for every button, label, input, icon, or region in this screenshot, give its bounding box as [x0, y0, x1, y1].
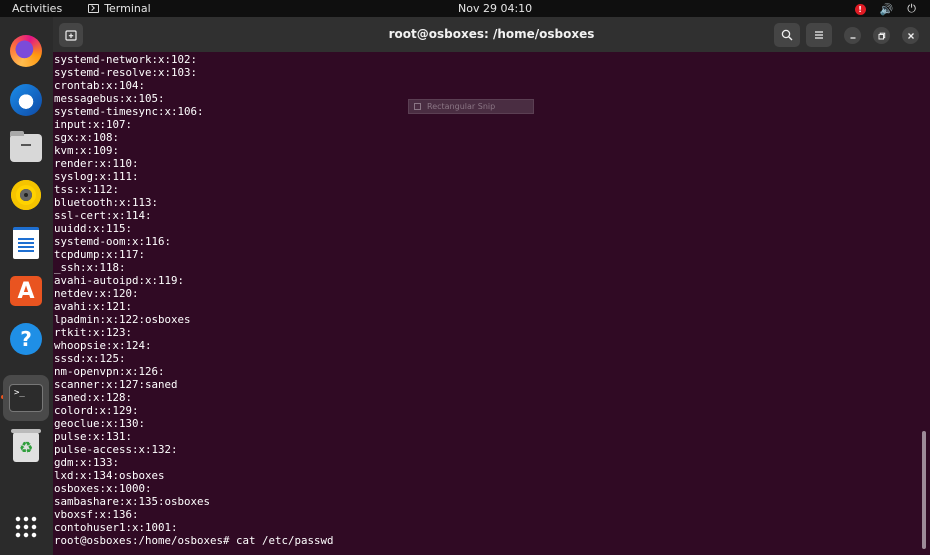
terminal-window: root@osboxes: /home/osboxes systemd-netw… [53, 17, 930, 555]
minimize-button[interactable] [844, 27, 861, 44]
dock-item-thunderbird[interactable] [8, 82, 44, 118]
terminal-line: scanner:x:127:saned [54, 378, 178, 391]
terminal-line: gdm:x:133: [54, 456, 120, 469]
terminal-line: lpadmin:x:122:osboxes [54, 313, 191, 326]
terminal-line: geoclue:x:130: [54, 417, 146, 430]
command-prompt-line: root@osboxes:/home/osboxes# cat /etc/pas… [54, 534, 334, 547]
terminal-line: kvm:x:109: [54, 144, 120, 157]
help-icon: ? [10, 323, 42, 355]
terminal-line: ssl-cert:x:114: [54, 209, 152, 222]
terminal-line: uuidd:x:115: [54, 222, 133, 235]
terminal-line: vboxsf:x:136: [54, 508, 139, 521]
files-icon [10, 131, 42, 162]
terminal-line: whoopsie:x:124: [54, 339, 152, 352]
terminal-line: nm-openvpn:x:126: [54, 365, 165, 378]
dock-item-files[interactable] [8, 130, 44, 166]
top-bar: Activities Terminal Nov 29 04:10 ! 🔊 ⏻ [0, 0, 930, 17]
terminal-line: pulse:x:131: [54, 430, 133, 443]
terminal-line: colord:x:129: [54, 404, 139, 417]
terminal-line: systemd-oom:x:116: [54, 235, 172, 248]
window-header: root@osboxes: /home/osboxes [53, 17, 930, 52]
app-menu-label: Terminal [104, 2, 151, 15]
system-tray[interactable]: ! 🔊 ⏻ [854, 2, 916, 16]
terminal-line: render:x:110: [54, 157, 139, 170]
terminal-line: _ssh:x:118: [54, 261, 126, 274]
show-applications-button[interactable] [8, 509, 44, 545]
terminal-line: input:x:107: [54, 118, 133, 131]
terminal-icon [88, 4, 100, 13]
app-menu[interactable]: Terminal [88, 2, 151, 15]
terminal-line: contohuser1:x:1001: [54, 521, 178, 534]
terminal-line: netdev:x:120: [54, 287, 139, 300]
terminal-line: avahi:x:121: [54, 300, 133, 313]
terminal-line: sambashare:x:135:osboxes [54, 495, 211, 508]
new-tab-button[interactable] [59, 23, 83, 47]
dock-item-writer[interactable] [8, 225, 44, 261]
dock-item-rhythmbox[interactable] [8, 177, 44, 213]
dock-item-trash[interactable]: ♻ [8, 429, 44, 465]
search-button[interactable] [774, 23, 800, 47]
terminal-line: lxd:x:134:osboxes [54, 469, 165, 482]
new-tab-icon [65, 30, 77, 41]
terminal-output[interactable]: systemd-network:x:102: systemd-resolve:x… [53, 52, 919, 555]
terminal-line: systemd-network:x:102: [54, 53, 198, 66]
close-icon [907, 32, 914, 39]
thunderbird-icon [10, 84, 42, 116]
dock: A ? >_ ♻ [0, 17, 53, 555]
terminal-line: bluetooth:x:113: [54, 196, 159, 209]
activities-button[interactable]: Activities [12, 2, 62, 15]
trash-icon: ♻ [11, 429, 41, 462]
terminal-line: sgx:x:108: [54, 131, 120, 144]
close-button[interactable] [902, 27, 919, 44]
terminal-line: tcpdump:x:117: [54, 248, 146, 261]
terminal-line: avahi-autoipd:x:119: [54, 274, 185, 287]
terminal-line: syslog:x:111: [54, 170, 139, 183]
terminal-app-icon: >_ [9, 384, 43, 412]
minimize-icon [850, 36, 855, 39]
terminal-line: saned:x:128: [54, 391, 133, 404]
restore-button[interactable] [873, 27, 890, 44]
terminal-line: rtkit:x:123: [54, 326, 133, 339]
terminal-scrollbar[interactable] [922, 431, 926, 549]
clock[interactable]: Nov 29 04:10 [458, 2, 532, 15]
dock-item-software[interactable]: A [8, 273, 44, 309]
power-icon[interactable]: ⏻ [907, 2, 916, 16]
terminal-line: crontab:x:104: [54, 79, 146, 92]
writer-icon [13, 227, 39, 259]
terminal-line: tss:x:112: [54, 183, 120, 196]
rhythmbox-icon [11, 180, 41, 210]
firefox-icon [10, 35, 42, 67]
dock-item-terminal[interactable]: >_ [3, 375, 49, 421]
terminal-line: sssd:x:125: [54, 352, 126, 365]
dock-item-firefox[interactable] [8, 33, 44, 69]
menu-button[interactable] [806, 23, 832, 47]
snip-icon [414, 103, 421, 110]
alert-icon[interactable]: ! [854, 3, 866, 15]
terminal-line: osboxes:x:1000: [54, 482, 152, 495]
hamburger-icon [815, 31, 823, 39]
rectangular-snip-tooltip: Rectangular Snip [408, 99, 534, 114]
terminal-line: pulse-access:x:132: [54, 443, 178, 456]
snip-label: Rectangular Snip [427, 102, 496, 111]
search-icon [781, 29, 793, 41]
dock-item-help[interactable]: ? [8, 321, 44, 357]
app-grid-icon [14, 515, 38, 539]
software-store-icon: A [10, 276, 42, 306]
volume-icon[interactable]: 🔊 [880, 3, 894, 16]
restore-icon [878, 32, 885, 39]
terminal-line: systemd-resolve:x:103: [54, 66, 198, 79]
